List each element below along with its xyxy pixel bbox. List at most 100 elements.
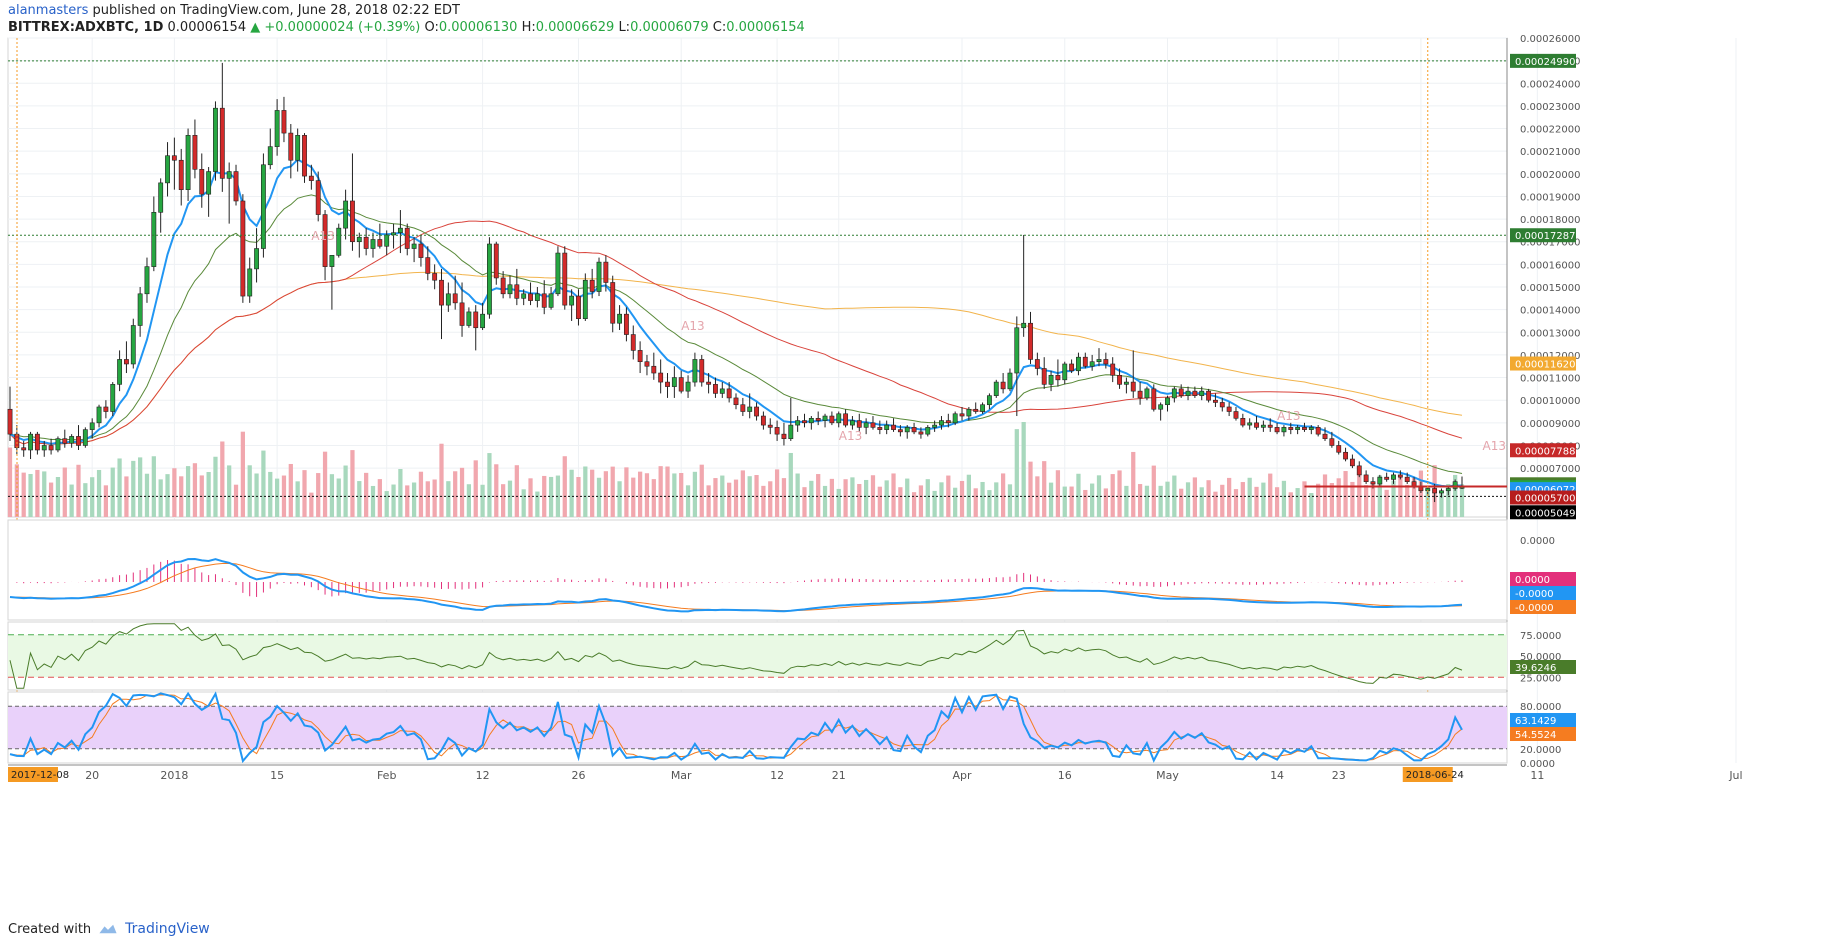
candle-body: [404, 227, 410, 249]
candle-body: [363, 236, 369, 249]
rsi-tick-label: 75.0000: [1520, 631, 1561, 642]
time-tick-label: Jul: [1728, 769, 1742, 782]
volume-bar: [617, 481, 622, 517]
volume-bar: [322, 451, 328, 517]
volume-bar: [1069, 486, 1074, 517]
candle-body: [165, 155, 170, 184]
candle-body: [151, 212, 157, 267]
time-tick-label: 20: [85, 769, 99, 782]
candle-body: [603, 261, 609, 283]
candle-body: [1165, 397, 1170, 406]
candle-body: [747, 406, 753, 412]
volume-bar: [1048, 482, 1054, 517]
candle-body: [1014, 327, 1020, 374]
td-label: A13: [1483, 439, 1506, 453]
candle-body: [500, 277, 506, 295]
time-tick-label: Feb: [377, 769, 396, 782]
candle-body: [356, 236, 362, 243]
candle-body: [1034, 359, 1040, 369]
candle-body: [308, 175, 314, 181]
volume-bar: [240, 431, 245, 517]
candle-body: [726, 388, 732, 399]
candle-body: [1206, 390, 1212, 401]
td-label: A13: [1277, 409, 1300, 423]
candle-body: [302, 135, 307, 177]
volume-bar: [83, 483, 88, 517]
volume-bar: [1014, 429, 1019, 517]
macd-value-label: 0.0000: [1515, 575, 1550, 586]
time-tick-label: 12: [476, 769, 490, 782]
candle-body: [781, 433, 787, 439]
td-label: A13: [311, 229, 334, 243]
volume-bar: [1042, 461, 1047, 517]
price-chart[interactable]: 0.000260000.000250000.000240000.00023000…: [0, 0, 1828, 947]
volume-bar: [987, 490, 992, 517]
candle-body: [1171, 388, 1177, 399]
volume-bar: [850, 477, 855, 517]
volume-bar: [1247, 477, 1252, 517]
volume-bar: [131, 460, 136, 517]
volume-bar: [1233, 489, 1239, 517]
volume-bar: [802, 487, 807, 517]
candle-body: [213, 107, 218, 172]
volume-bar: [939, 482, 944, 517]
volume-bar: [55, 477, 61, 517]
candle-body: [1363, 474, 1369, 482]
candle-body: [623, 313, 629, 335]
volume-bar: [350, 450, 355, 517]
candle-body: [829, 415, 835, 424]
candle-body: [247, 268, 253, 297]
candle-body: [1226, 406, 1232, 412]
candle-body: [7, 408, 13, 435]
td-label: A13: [681, 319, 704, 333]
candle-body: [418, 243, 424, 258]
candle-body: [1103, 359, 1109, 365]
price-tick-label: 0.00022000: [1520, 125, 1580, 136]
candle-body: [713, 384, 718, 394]
candle-body: [62, 438, 68, 444]
volume-bar: [398, 468, 403, 517]
candle-body: [110, 384, 116, 412]
candle-body: [774, 427, 780, 435]
candle-body: [945, 420, 951, 424]
candle-body: [493, 243, 499, 279]
volume-bar: [405, 485, 410, 517]
candle-body: [637, 350, 643, 363]
td-label: A13: [839, 429, 862, 443]
candle-body: [206, 171, 212, 195]
candle-body: [240, 200, 246, 297]
candle-body: [1288, 427, 1294, 430]
volume-bar: [891, 473, 896, 517]
candle-body: [1432, 488, 1438, 494]
price-badge-label: 0.00017287: [1515, 231, 1575, 242]
candle-body: [576, 295, 581, 319]
candle-body: [719, 388, 725, 394]
volume-bar: [610, 466, 615, 517]
volume-bar: [521, 489, 526, 517]
volume-bar: [994, 482, 999, 517]
volume-bar: [69, 484, 74, 517]
volume-bar: [316, 473, 321, 517]
candle-body: [329, 255, 335, 267]
candle-body: [562, 252, 568, 306]
volume-bar: [377, 479, 382, 517]
price-tick-label: 0.00026000: [1520, 34, 1580, 45]
candle-body: [1069, 363, 1075, 372]
candle-body: [1260, 424, 1266, 428]
volume-bar: [1295, 488, 1300, 517]
price-tick-label: 0.00007000: [1520, 464, 1580, 475]
candle-body: [1384, 476, 1390, 480]
volume-bar: [644, 473, 650, 517]
candle-body: [740, 404, 746, 412]
volume-bar: [494, 464, 499, 517]
tradingview-brand[interactable]: TradingView: [125, 921, 210, 937]
macd-tick-label: 0.0000: [1520, 536, 1555, 547]
candle-body: [76, 436, 81, 446]
volume-bar: [288, 463, 293, 517]
candle-body: [966, 408, 972, 417]
volume-bar: [220, 441, 225, 517]
candle-body: [980, 404, 985, 412]
volume-bar: [925, 479, 930, 517]
volume-bar: [1363, 485, 1369, 517]
volume-bar: [446, 481, 451, 517]
